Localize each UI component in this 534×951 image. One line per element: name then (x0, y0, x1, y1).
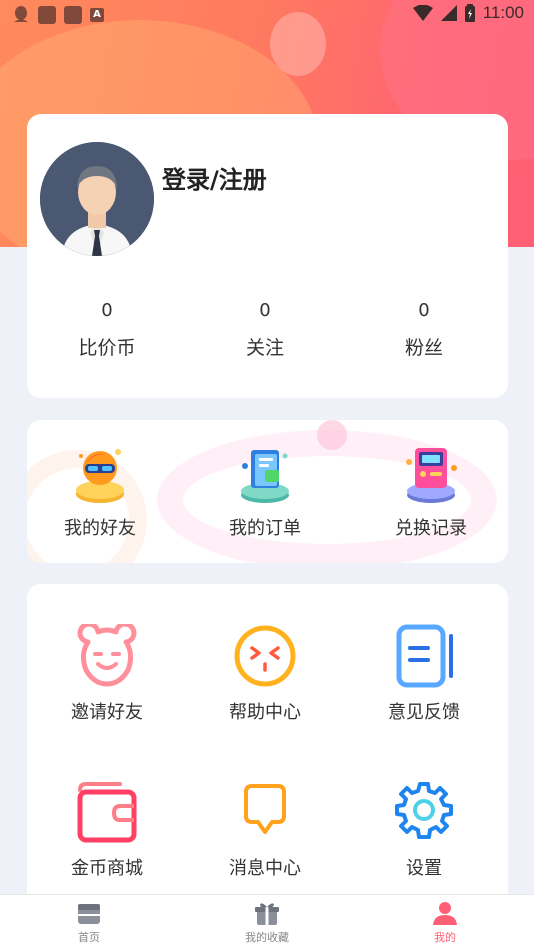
tab-home[interactable]: 首页 (0, 899, 178, 945)
status-bar: A 11:00 (0, 0, 534, 28)
quick-item-label: 我的好友 (64, 518, 136, 539)
quick-item-exchange-record[interactable]: 兑换记录 (351, 440, 508, 540)
app-icon (38, 6, 56, 24)
message-icon (244, 784, 286, 834)
avatar[interactable] (40, 142, 154, 256)
stat-coins[interactable]: 0 比价币 (27, 300, 187, 360)
stat-value: 0 (101, 300, 113, 321)
status-time: 11:00 (482, 3, 524, 22)
quick-item-label: 兑换记录 (395, 518, 467, 539)
menu-item-label: 金币商城 (71, 858, 143, 879)
friends-icon (76, 449, 124, 503)
stat-label: 粉丝 (404, 337, 443, 359)
stat-value: 0 (259, 300, 271, 321)
quick-item-friends[interactable]: 我的好友 (27, 440, 180, 540)
gift-icon (255, 903, 279, 925)
stat-fans[interactable]: 0 粉丝 (344, 300, 504, 360)
tab-label: 首页 (78, 931, 100, 944)
home-icon (78, 904, 100, 924)
menu-item-label: 邀请好友 (71, 702, 143, 723)
menu-item-settings[interactable]: 设置 (344, 780, 504, 880)
stat-following[interactable]: 0 关注 (185, 300, 345, 360)
battery-icon (464, 4, 475, 22)
default-avatar-icon (40, 142, 154, 256)
menu-item-feedback[interactable]: 意见反馈 (344, 624, 504, 724)
settings-gear-icon (395, 782, 453, 839)
exchange-record-icon (406, 448, 457, 503)
profile-card: 登录/注册 0 比价币 0 关注 0 粉丝 (27, 114, 508, 398)
feedback-icon (396, 624, 453, 688)
help-face-icon (234, 625, 296, 687)
menu-grid-card: 邀请好友 帮助中心 意见反馈 金币商城 消息中心 设置 (27, 584, 508, 914)
orders-icon (241, 450, 289, 503)
stat-value: 0 (418, 300, 430, 321)
wallet-icon (77, 782, 137, 843)
tab-label: 我的收藏 (245, 931, 289, 944)
a-icon: A (90, 8, 104, 22)
tab-label: 我的 (434, 931, 456, 944)
quick-item-label: 我的订单 (229, 518, 301, 539)
menu-item-coin-mall[interactable]: 金币商城 (27, 780, 187, 880)
menu-item-label: 帮助中心 (229, 702, 301, 723)
quick-actions-card: 我的好友 我的订单 兑换记录 (27, 420, 508, 563)
qq-icon (14, 6, 28, 22)
quick-item-orders[interactable]: 我的订单 (185, 440, 345, 540)
wifi-icon (412, 5, 433, 21)
menu-item-message-center[interactable]: 消息中心 (185, 780, 345, 880)
user-icon (433, 902, 457, 925)
bottom-tab-bar: 首页 我的收藏 我的 (0, 894, 534, 951)
signal-icon (440, 5, 457, 21)
stat-label: 比价币 (78, 337, 136, 359)
app-icon (64, 6, 82, 24)
bear-face-icon (77, 624, 137, 687)
menu-item-invite-friends[interactable]: 邀请好友 (27, 624, 187, 724)
menu-item-help-center[interactable]: 帮助中心 (185, 624, 345, 724)
stat-label: 关注 (245, 337, 284, 359)
menu-item-label: 消息中心 (229, 858, 301, 879)
menu-item-label: 意见反馈 (388, 702, 460, 723)
login-register-link[interactable]: 登录/注册 (162, 160, 267, 195)
menu-item-label: 设置 (406, 858, 442, 879)
tab-mine[interactable]: 我的 (356, 899, 534, 945)
tab-favorites[interactable]: 我的收藏 (178, 899, 356, 945)
